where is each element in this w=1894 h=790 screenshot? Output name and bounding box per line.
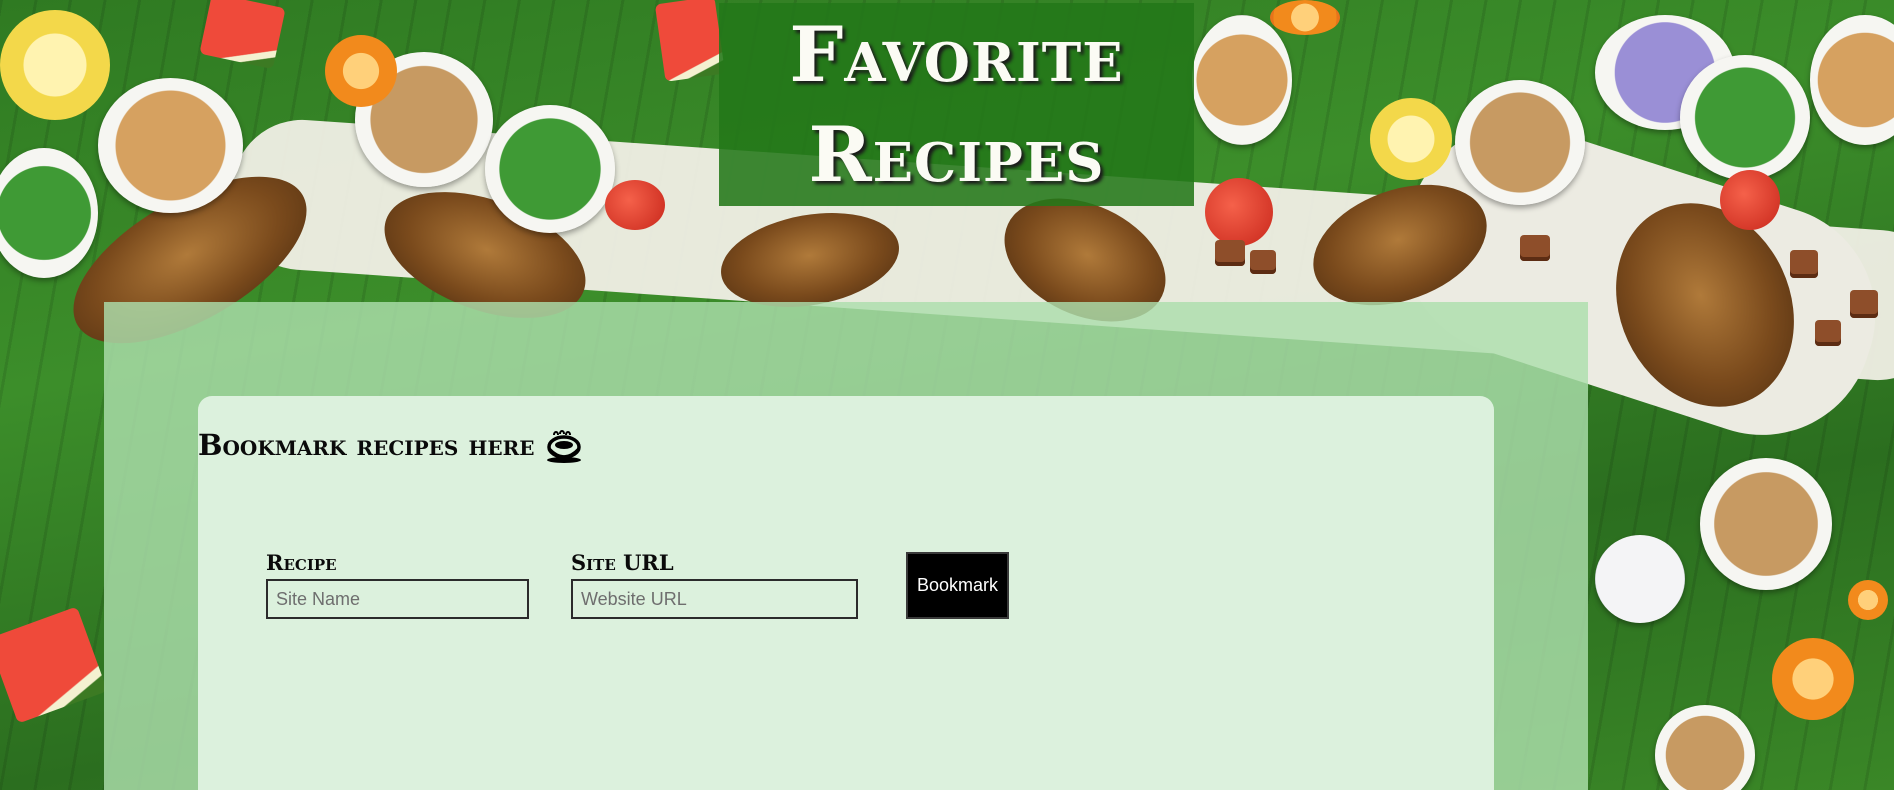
orange-slice-decoration <box>1772 638 1854 720</box>
noodle-bowl-decoration <box>98 78 243 213</box>
site-url-input[interactable] <box>571 579 858 619</box>
pork-decoration <box>1215 240 1245 266</box>
card-heading-text: Bookmark recipes here <box>198 428 535 462</box>
coffee-cup-icon <box>547 430 582 463</box>
stew-bowl-decoration <box>1700 458 1832 590</box>
pork-decoration <box>1850 290 1878 318</box>
recipe-label: Recipe <box>266 550 337 575</box>
watermelon-decoration <box>0 606 108 724</box>
lemon-slice-decoration <box>0 10 110 120</box>
page-title-line-2: Recipes <box>808 109 1105 199</box>
watermelon-decoration <box>199 0 286 70</box>
noodle-bowl-decoration <box>1192 15 1292 145</box>
recipe-name-input[interactable] <box>266 579 529 619</box>
vegetable-bowl-decoration <box>1680 55 1810 180</box>
bookmark-button[interactable]: Bookmark <box>906 552 1009 619</box>
pork-decoration <box>1520 235 1550 261</box>
lemon-slice-decoration <box>1370 98 1452 180</box>
pork-decoration <box>1250 250 1276 274</box>
noodle-bowl-decoration <box>1810 15 1894 145</box>
vegetable-bowl-decoration <box>485 105 615 233</box>
site-url-label: Site URL <box>571 550 674 575</box>
page-title-line-1: Favorite <box>789 9 1124 99</box>
pork-decoration <box>1815 320 1841 346</box>
tomato-decoration <box>605 180 665 230</box>
tomato-decoration <box>1720 170 1780 230</box>
stew-bowl-decoration <box>1455 80 1585 205</box>
card-heading: Bookmark recipes here <box>198 425 584 465</box>
page-title: Favorite Recipes <box>789 5 1123 205</box>
orange-slice-decoration <box>325 35 397 107</box>
pork-decoration <box>1790 250 1818 278</box>
sauce-bowl-decoration <box>1655 705 1755 790</box>
orange-slice-decoration <box>1848 580 1888 620</box>
vegetable-bowl-decoration <box>0 148 98 278</box>
orange-slice-decoration <box>1270 0 1340 35</box>
watermelon-decoration <box>654 0 726 82</box>
page-header: Favorite Recipes <box>719 3 1194 206</box>
drink-bowl-decoration <box>1595 535 1685 623</box>
tomato-decoration <box>1205 178 1273 246</box>
